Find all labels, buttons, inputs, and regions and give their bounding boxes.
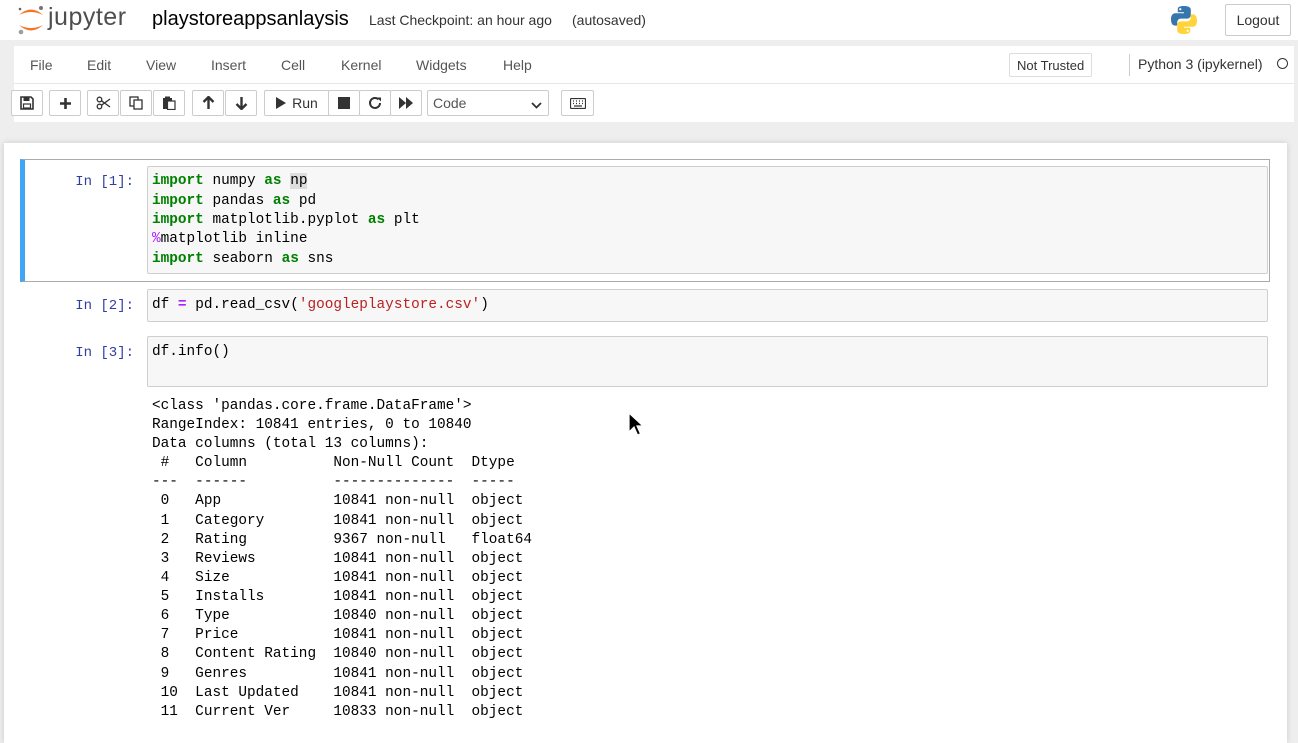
arrow-down-icon: [235, 96, 248, 110]
menubar: File Edit View Insert Cell Kernel Widget…: [14, 46, 1294, 84]
fast-forward-icon: [398, 97, 414, 109]
interrupt-button[interactable]: [328, 90, 360, 116]
menu-view[interactable]: View: [146, 57, 176, 73]
mouse-cursor-icon: [628, 411, 645, 443]
paste-button[interactable]: [153, 90, 185, 116]
move-up-button[interactable]: [192, 90, 224, 116]
save-icon: [20, 96, 34, 110]
save-button[interactable]: [11, 90, 43, 116]
output-line: 6 Type 10840 non-null object: [152, 608, 532, 624]
stop-icon: [338, 97, 350, 109]
cut-button[interactable]: [87, 90, 119, 116]
output-line: 5 Installs 10841 non-null object: [152, 589, 532, 605]
cell-3-line-1: df.info(): [152, 344, 230, 360]
cell-type-value: Code: [433, 95, 467, 111]
command-palette-button[interactable]: [561, 90, 594, 116]
output-line: --- ------ -------------- -----: [152, 474, 532, 490]
kernel-separator: [1129, 54, 1130, 76]
restart-icon: [368, 96, 382, 110]
output-line: 9 Genres 10841 non-null object: [152, 666, 532, 682]
jupyter-logo-text[interactable]: jupyter: [48, 3, 127, 32]
cell-3-input[interactable]: [147, 336, 1268, 387]
output-line: 11 Current Ver 10833 non-null object: [152, 704, 532, 720]
cell-1-prompt: In [1]:: [75, 174, 134, 190]
arrow-up-icon: [202, 96, 215, 110]
output-line: 2 Rating 9367 non-null float64: [152, 532, 532, 548]
output-line: <class 'pandas.core.frame.DataFrame'>: [152, 398, 472, 414]
notebook-container: In [1]: import numpy as np import pandas…: [4, 143, 1287, 743]
checkpoint-status: Last Checkpoint: an hour ago: [369, 12, 552, 28]
menu-widgets[interactable]: Widgets: [416, 57, 467, 73]
kernel-idle-icon: [1277, 58, 1288, 69]
output-line: 0 App 10841 non-null object: [152, 493, 532, 509]
output-line: 7 Price 10841 non-null object: [152, 627, 532, 643]
output-line: 4 Size 10841 non-null object: [152, 570, 532, 586]
autosave-status: (autosaved): [572, 12, 646, 28]
menu-cell[interactable]: Cell: [281, 57, 305, 73]
output-line: 8 Content Rating 10840 non-null object: [152, 646, 532, 662]
jupyter-logo-icon[interactable]: [16, 4, 46, 41]
cell-1-line-5: import seaborn as sns: [152, 251, 334, 267]
move-down-button[interactable]: [225, 90, 257, 116]
output-line: RangeIndex: 10841 entries, 0 to 10840: [152, 417, 472, 433]
copy-icon: [129, 96, 143, 110]
run-label: Run: [292, 95, 318, 111]
chevron-down-icon: [531, 98, 542, 114]
output-line: 3 Reviews 10841 non-null object: [152, 551, 532, 567]
menu-edit[interactable]: Edit: [87, 57, 111, 73]
paste-icon: [162, 96, 176, 110]
header: jupyter playstoreappsanlaysis Last Check…: [0, 0, 1298, 40]
cell-type-select[interactable]: Code: [427, 90, 549, 116]
toolbar: Run Code: [11, 84, 1294, 122]
cell-1-line-3: import matplotlib.pyplot as plt: [152, 212, 420, 228]
not-trusted-button[interactable]: Not Trusted: [1009, 53, 1093, 77]
output-line: # Column Non-Null Count Dtype: [152, 455, 532, 471]
restart-run-all-button[interactable]: [390, 90, 422, 116]
restart-button[interactable]: [359, 90, 391, 116]
menu-file[interactable]: File: [30, 57, 53, 73]
play-icon: [276, 97, 287, 109]
cell-2-line-1: df = pd.read_csv('googleplaystore.csv'): [152, 297, 489, 313]
cell-1-line-4: %matplotlib inline: [152, 231, 308, 247]
cell-1-line-2: import pandas as pd: [152, 193, 317, 209]
cell-2-prompt: In [2]:: [75, 298, 134, 314]
menu-help[interactable]: Help: [503, 57, 532, 73]
scissors-icon: [96, 96, 111, 110]
cell-3-prompt: In [3]:: [75, 345, 134, 361]
notebook-title[interactable]: playstoreappsanlaysis: [152, 8, 349, 31]
keyboard-icon: [569, 97, 586, 109]
python-logo-icon: [1168, 4, 1200, 41]
menu-kernel[interactable]: Kernel: [341, 57, 381, 73]
output-line: 1 Category 10841 non-null object: [152, 513, 532, 529]
copy-button[interactable]: [120, 90, 152, 116]
logout-button[interactable]: Logout: [1225, 4, 1291, 36]
cell-1-line-1: import numpy as np: [152, 173, 308, 189]
output-line: Data columns (total 13 columns):: [152, 436, 429, 452]
output-line: 10 Last Updated 10841 non-null object: [152, 685, 532, 701]
menu-insert[interactable]: Insert: [211, 57, 246, 73]
plus-icon: [59, 97, 72, 110]
kernel-name[interactable]: Python 3 (ipykernel): [1138, 56, 1263, 72]
insert-cell-button[interactable]: [49, 90, 81, 116]
run-button[interactable]: Run: [264, 90, 330, 116]
